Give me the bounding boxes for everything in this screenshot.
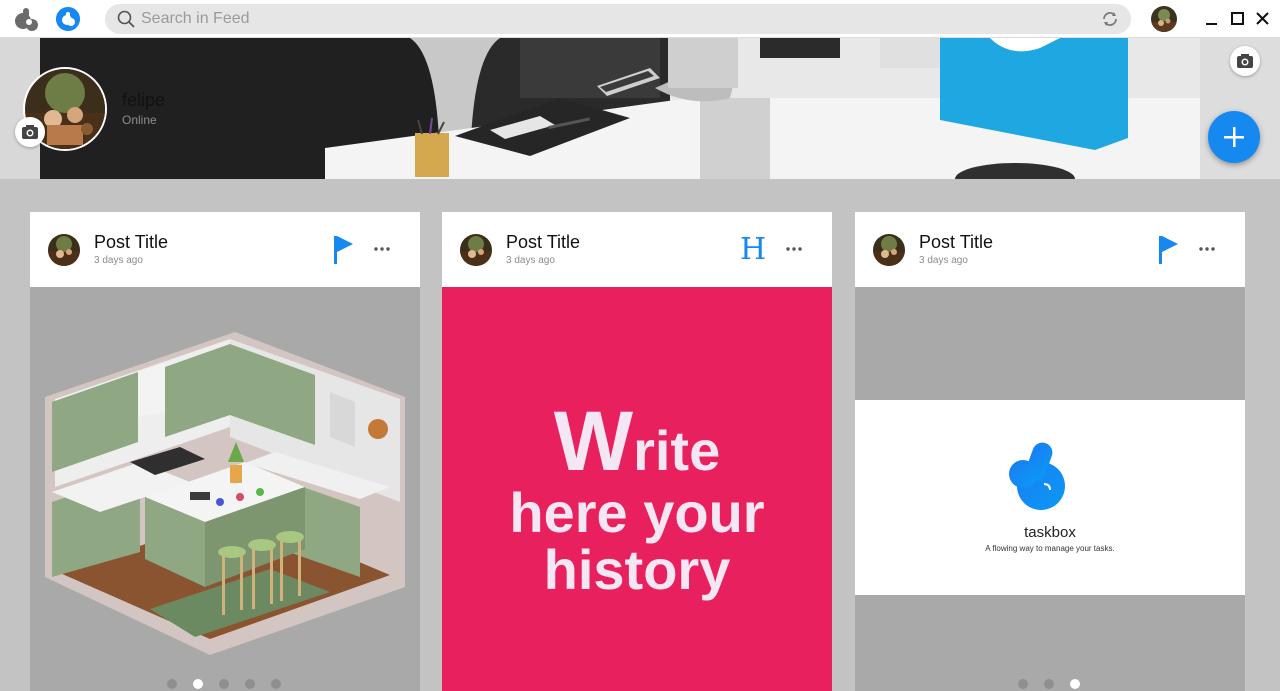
taskbox-banner: taskbox A flowing way to manage your tas…	[855, 400, 1245, 595]
post-title: Post Title	[506, 232, 581, 252]
taskbox-tagline: A flowing way to manage your tasks.	[985, 544, 1115, 553]
author-avatar[interactable]	[48, 234, 80, 266]
author-avatar[interactable]	[460, 234, 492, 266]
profile-status: Online	[122, 113, 157, 127]
search-icon	[117, 10, 135, 28]
camera-icon	[1237, 54, 1253, 68]
post-title: Post Title	[94, 232, 169, 252]
carousel-dot[interactable]	[219, 679, 229, 689]
carousel-dot[interactable]	[271, 679, 281, 689]
app-logo-icon[interactable]	[12, 5, 40, 33]
post-card: Post Title 3 days ago taskbox A flowing …	[855, 212, 1245, 691]
search-input[interactable]	[141, 6, 1041, 32]
carousel-dot[interactable]	[1018, 679, 1028, 689]
sync-icon[interactable]	[1101, 10, 1119, 28]
post-image	[30, 287, 420, 691]
post-card: Post Title 3 days ago	[30, 212, 420, 691]
post-header: Post Title 3 days ago	[30, 212, 420, 287]
story-post: Write here your history	[442, 287, 832, 691]
post-title: Post Title	[919, 232, 994, 252]
story-line: Write	[442, 393, 832, 490]
more-icon[interactable]	[372, 242, 392, 256]
taskbox-name: taskbox	[1024, 524, 1076, 541]
story-line: history	[543, 538, 731, 601]
more-icon[interactable]	[784, 242, 804, 256]
plus-icon	[1224, 127, 1244, 147]
user-avatar[interactable]	[1151, 6, 1177, 32]
top-bar	[0, 0, 1280, 38]
post-time: 3 days ago	[919, 255, 968, 266]
new-post-button[interactable]	[1208, 111, 1260, 163]
change-cover-button[interactable]	[1230, 46, 1260, 76]
maximize-icon[interactable]	[1228, 9, 1248, 29]
profile-cover: felipe Online	[0, 38, 1280, 179]
change-avatar-button[interactable]	[15, 117, 45, 147]
carousel-dot[interactable]	[1044, 679, 1054, 689]
flag-icon[interactable]	[332, 234, 356, 266]
more-icon[interactable]	[1197, 242, 1217, 256]
story-line: here your	[509, 481, 765, 544]
carousel-dot[interactable]	[1070, 679, 1080, 689]
carousel-dot[interactable]	[167, 679, 177, 689]
taskbox-logo-icon	[1009, 442, 1065, 510]
carousel-dot[interactable]	[193, 679, 203, 689]
post-time: 3 days ago	[94, 255, 143, 266]
camera-icon	[22, 125, 38, 139]
story-text: rite	[633, 419, 721, 482]
flag-icon[interactable]	[1157, 234, 1181, 266]
carousel-dots	[167, 677, 287, 691]
cover-image	[0, 38, 1280, 179]
post-header: Post Title 3 days ago	[855, 212, 1245, 287]
author-avatar[interactable]	[873, 234, 905, 266]
notification-badge-icon[interactable]	[56, 7, 80, 31]
kitchen-illustration	[45, 332, 405, 655]
close-icon[interactable]	[1253, 9, 1273, 29]
heading-icon[interactable]: H	[740, 232, 766, 267]
search-bar[interactable]	[105, 4, 1131, 34]
carousel-dots	[1018, 677, 1086, 691]
post-card: Post Title 3 days ago H Write here your …	[442, 212, 832, 691]
story-initial: W	[553, 394, 634, 488]
carousel-dot[interactable]	[245, 679, 255, 689]
post-time: 3 days ago	[506, 255, 555, 266]
post-header: Post Title 3 days ago H	[442, 212, 832, 287]
profile-name: felipe	[122, 90, 166, 110]
post-image: taskbox A flowing way to manage your tas…	[855, 287, 1245, 691]
minimize-icon[interactable]	[1202, 9, 1222, 29]
